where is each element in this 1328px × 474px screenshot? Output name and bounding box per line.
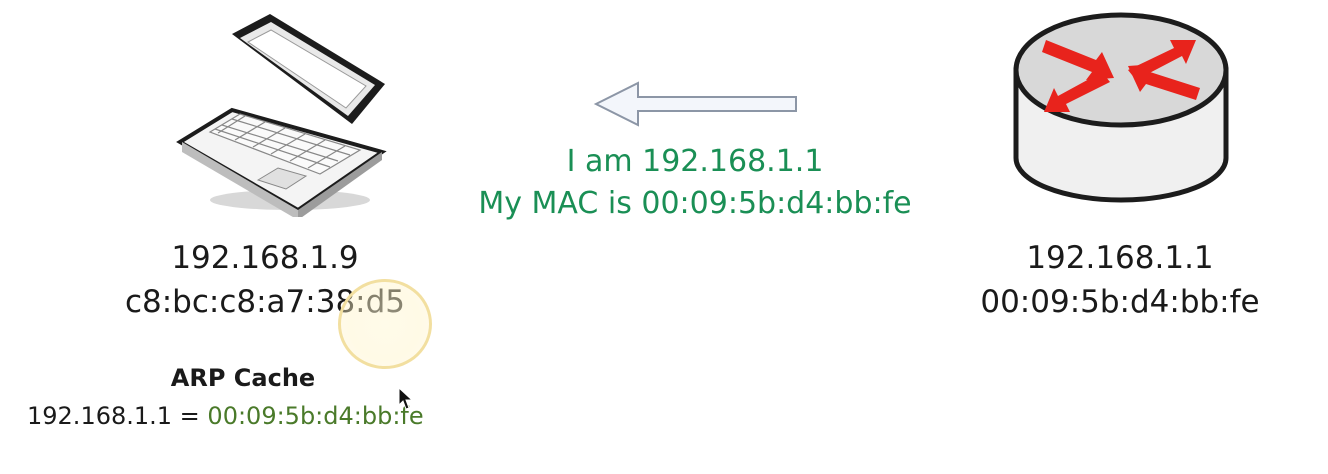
router [1010,8,1232,208]
mouse-pointer [398,386,414,411]
laptop-ip: 192.168.1.9 [171,240,359,276]
router-icon [1013,12,1229,203]
router-ip: 192.168.1.1 [1026,240,1214,276]
router-mac: 00:09:5b:d4:bb:fe [980,284,1260,320]
arrow-left-icon [593,81,797,127]
message-line-1: I am 192.168.1.1 [566,144,824,179]
laptop-icon [176,14,387,220]
cursor-icon [398,386,414,410]
arp-cache-entry: 192.168.1.1 = 00:09:5b:d4:bb:fe [27,402,424,430]
message-line-2: My MAC is 00:09:5b:d4:bb:fe [478,186,912,221]
arp-entry-separator: = [172,402,208,430]
laptop [170,12,400,220]
arp-entry-ip: 192.168.1.1 [27,402,173,430]
message-arrow [590,80,802,130]
cursor-highlight [338,279,432,369]
arp-entry-mac: 00:09:5b:d4:bb:fe [207,402,424,430]
arp-cache-title: ARP Cache [170,364,316,392]
